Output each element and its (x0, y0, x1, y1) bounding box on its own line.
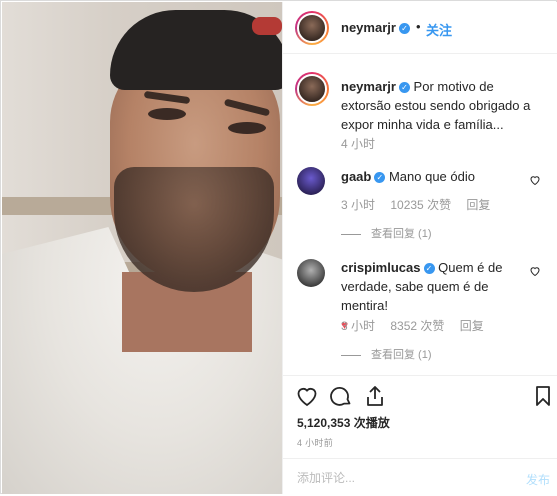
verified-badge-icon: ✓ (398, 82, 410, 94)
reply-button[interactable]: 回复 (460, 319, 484, 333)
comment-likes[interactable]: 8352 次赞 (390, 319, 444, 333)
instagram-post-window: neymarjr ✓ • 关注 neymarjr ✓ Por motivo de e… (0, 0, 557, 494)
comment-likes[interactable]: 10235 次赞 (390, 198, 451, 212)
separator-dot: • (416, 19, 421, 34)
like-comment-heart-icon[interactable] (529, 265, 541, 277)
cap-logo (252, 17, 282, 35)
comment-avatar[interactable] (297, 167, 325, 195)
view-replies-button[interactable]: 查看回复 (1) (341, 346, 432, 362)
comment-time: 3 小时 (341, 319, 376, 333)
like-comment-heart-icon[interactable] (529, 174, 541, 186)
post-comment-button[interactable]: 发布 (526, 471, 550, 488)
post-side-panel: neymarjr ✓ • 关注 neymarjr ✓ Por motivo de e… (282, 2, 557, 494)
verified-badge-icon: ✓ (398, 23, 410, 35)
author-avatar[interactable] (295, 11, 329, 45)
reply-button[interactable]: 回复 (466, 198, 490, 212)
comment-avatar[interactable] (297, 259, 325, 287)
caption-time: 4 小时 (341, 137, 376, 151)
comment-input[interactable] (297, 469, 497, 487)
comment-time: 3 小时 (341, 198, 376, 212)
comment-username[interactable]: gaab ✓ (341, 169, 386, 184)
comment-bubble-icon[interactable] (329, 384, 353, 408)
post-video[interactable] (2, 2, 282, 494)
right-eye (228, 122, 266, 134)
view-count[interactable]: 5,120,353 次播放 (297, 414, 390, 431)
add-comment-bar: 发布 (283, 458, 557, 496)
comment-meta: 3 小时 10235 次赞 回复 (341, 196, 502, 213)
share-icon[interactable] (363, 384, 387, 408)
comment-1: gaab ✓ Mano que ódio (341, 167, 531, 186)
post-actions: 5,120,353 次播放 4 小时前 发布 (283, 375, 557, 495)
comment-username[interactable]: crispimlucas ✓ (341, 260, 435, 275)
verified-badge-icon: ✓ (423, 263, 435, 275)
comment-meta: 3 小时 8352 次赞 回复 (341, 317, 496, 334)
replies-line (341, 354, 361, 356)
post-header: neymarjr ✓ • 关注 (283, 2, 557, 54)
comment-text: Mano que ódio (388, 169, 475, 184)
post-timestamp: 4 小时前 (297, 438, 334, 448)
view-replies-button[interactable]: 查看回复 (1) (341, 225, 432, 241)
bookmark-icon[interactable] (531, 384, 555, 408)
caption-username[interactable]: neymarjr ✓ (341, 79, 410, 94)
left-eye (148, 108, 186, 120)
verified-badge-icon: ✓ (374, 172, 386, 184)
follow-button[interactable]: 关注 (426, 20, 452, 39)
caption: neymarjr ✓ Por motivo de extorsão estou s… (341, 77, 541, 134)
replies-line (341, 233, 361, 235)
like-heart-icon[interactable] (295, 384, 319, 408)
caption-avatar[interactable] (295, 72, 329, 106)
author-username[interactable]: neymarjr ✓ (341, 20, 410, 35)
